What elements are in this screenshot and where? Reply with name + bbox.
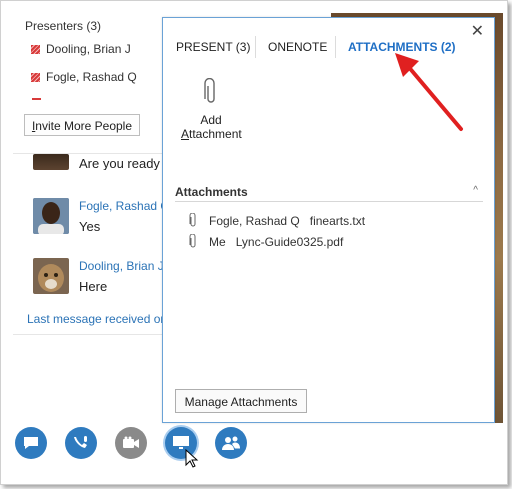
presenters-title: Presenters (3)	[25, 19, 102, 33]
add-attachment-button[interactable]: Add Attachment	[181, 77, 242, 141]
attachment-owner: Me	[209, 235, 226, 249]
cougar-photo-icon	[33, 258, 69, 294]
manage-attachments-button[interactable]: Manage Attachments	[175, 389, 307, 413]
divider	[175, 201, 483, 202]
conversation-toolbar	[13, 427, 493, 477]
im-button[interactable]	[15, 427, 47, 459]
tab-onenote[interactable]: ONENOTE	[268, 40, 327, 54]
mic-icon	[74, 436, 87, 448]
audio-button[interactable]	[65, 427, 97, 459]
chat-message-text: Yes	[79, 219, 101, 234]
video-button[interactable]	[115, 427, 147, 459]
avatar	[33, 154, 69, 170]
collapse-icon[interactable]: ^	[473, 185, 478, 196]
chat-message-text: Here	[79, 279, 108, 294]
avatar	[33, 198, 69, 234]
tab-separator	[255, 36, 256, 58]
attachments-section-title: Attachments	[175, 185, 248, 199]
window-frame: Presenters (3) Dooling, Brian J Fogle, R…	[0, 0, 508, 485]
chat-message-text: Are you ready	[79, 156, 160, 170]
chat-sender-name[interactable]: Dooling, Brian J	[79, 259, 164, 273]
participants-button[interactable]	[215, 427, 247, 459]
paperclip-icon	[189, 233, 196, 248]
add-attachment-accesskey: A	[181, 127, 190, 141]
add-attachment-line1: Add	[200, 113, 222, 127]
invite-label: nvite More People	[35, 119, 133, 133]
im-icon	[24, 437, 38, 449]
invite-more-people-button[interactable]: Invite More People	[24, 114, 140, 136]
video-icon	[123, 436, 139, 448]
attachment-file: Lync-Guide0325.pdf	[235, 235, 344, 249]
chat-sender-name[interactable]: Fogle, Rashad Q	[79, 199, 170, 213]
tab-separator	[335, 36, 336, 58]
close-icon[interactable]: ✕	[471, 21, 484, 41]
avatar	[33, 258, 69, 294]
attachment-row[interactable]: Me Lync-Guide0325.pdf	[189, 233, 344, 249]
presenter-status-icon	[31, 73, 40, 82]
tab-present[interactable]: PRESENT (3)	[176, 40, 250, 54]
presenter-status-icon	[31, 45, 40, 54]
attachment-file: finearts.txt	[309, 214, 366, 228]
presenter-item[interactable]: Fogle, Rashad Q	[31, 70, 137, 84]
presenter-status-icon	[32, 98, 41, 100]
paperclip-icon	[189, 212, 196, 227]
mouse-cursor-icon	[185, 449, 199, 468]
add-attachment-line2: ttachment	[189, 127, 242, 141]
attachment-owner: Fogle, Rashad Q	[209, 214, 300, 228]
people-icon	[222, 436, 240, 450]
presenter-item[interactable]: Dooling, Brian J	[31, 42, 131, 56]
attachment-row[interactable]: Fogle, Rashad Q finearts.txt	[189, 212, 366, 228]
annotation-arrow	[395, 53, 463, 131]
person-photo-icon	[33, 198, 69, 234]
paperclip-icon	[204, 77, 215, 103]
last-message-status: Last message received on	[27, 312, 168, 326]
